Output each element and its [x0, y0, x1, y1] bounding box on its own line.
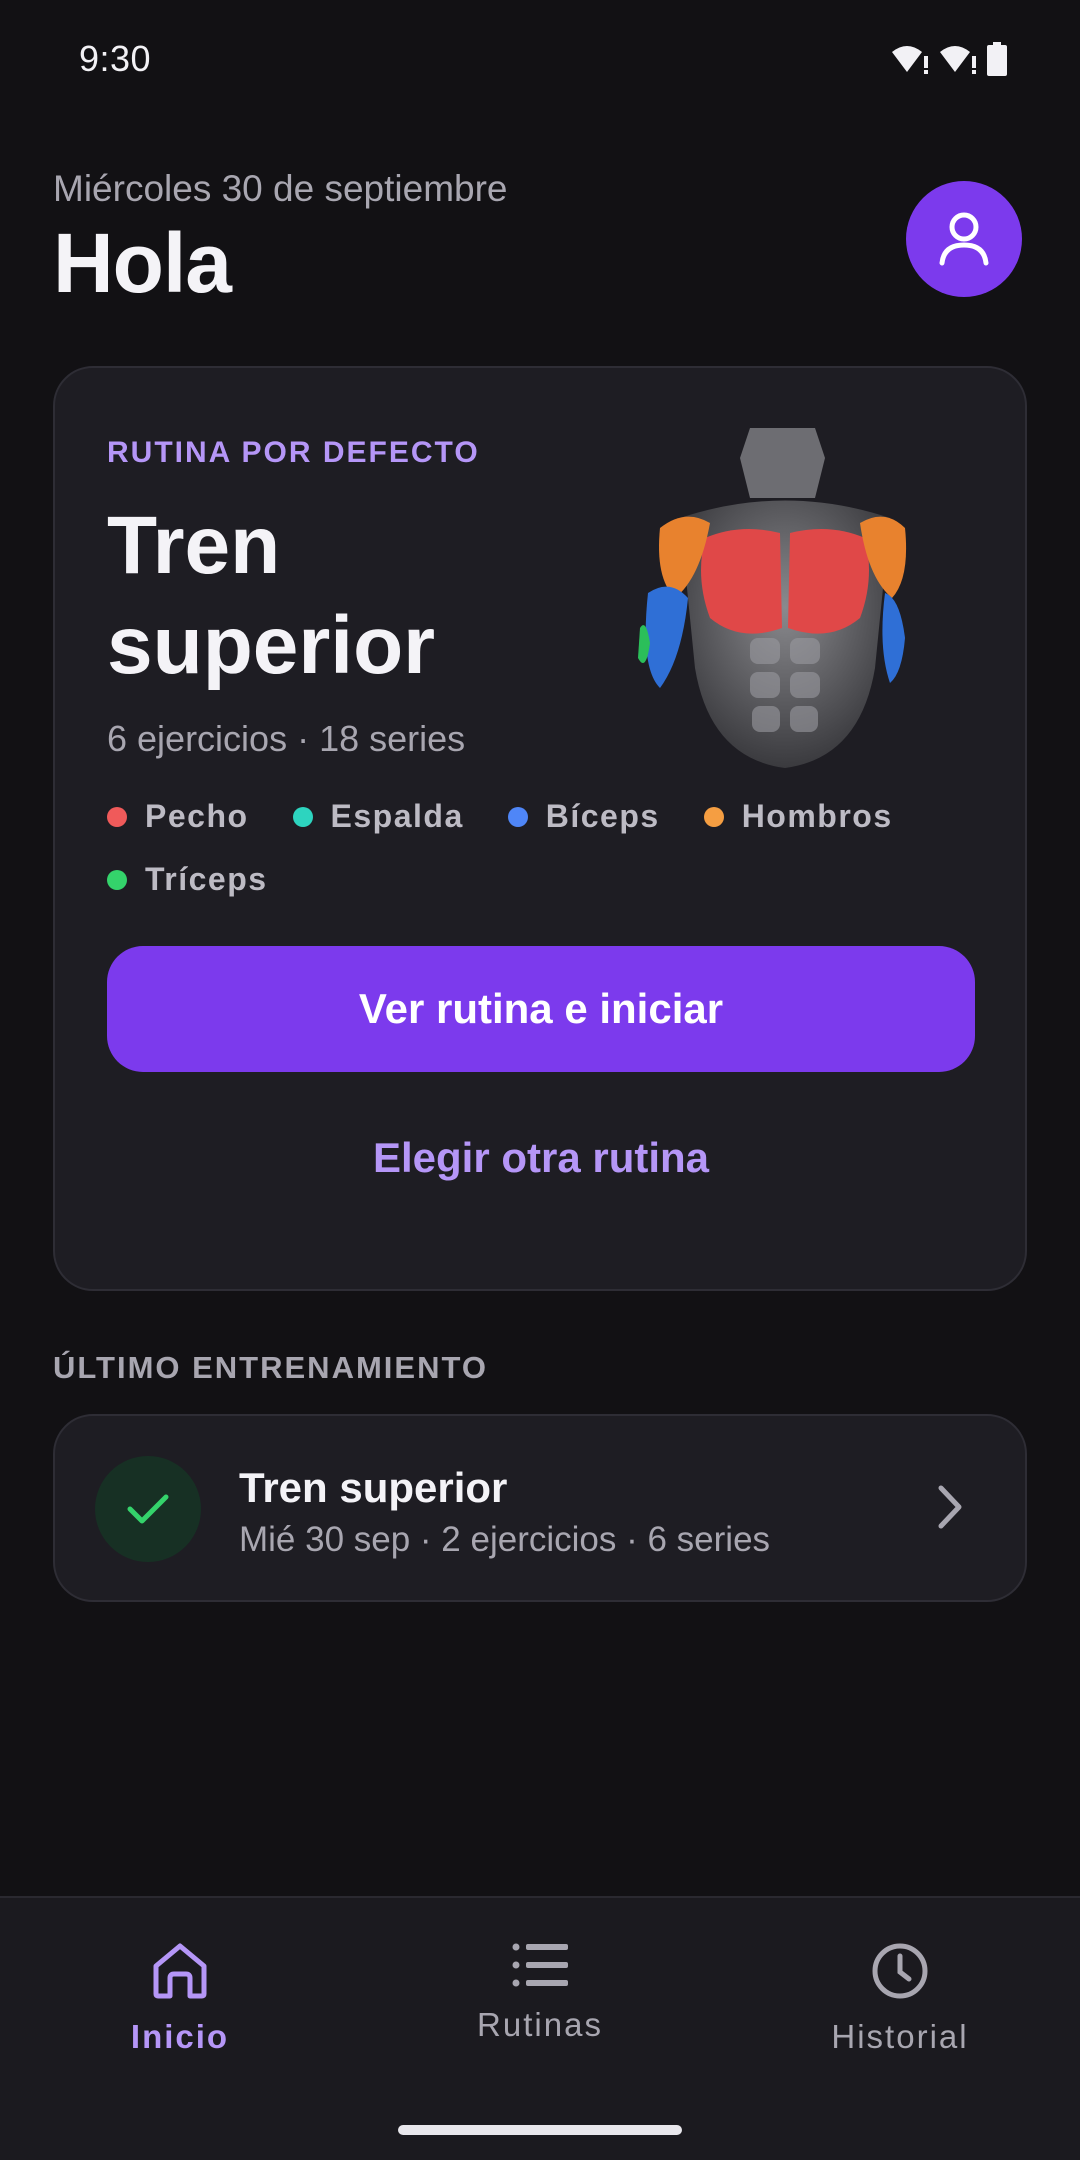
- last-workout-card[interactable]: Tren superior Mié 30 sep · 2 ejercicios …: [53, 1414, 1027, 1602]
- routine-meta: 6 ejercicios · 18 series: [107, 718, 466, 759]
- user-icon: [939, 212, 989, 266]
- muscle-tag-hombros: Hombros: [703, 798, 893, 835]
- nav-label: Rutinas: [477, 2006, 603, 2043]
- home-icon: [153, 1943, 207, 1999]
- routine-title: Tren superior: [107, 496, 587, 696]
- battery-icon: [987, 42, 1007, 76]
- tag-label: Espalda: [330, 798, 464, 834]
- clock-icon: [872, 1943, 928, 1999]
- routine-title-line2: superior: [107, 600, 436, 691]
- tag-dot: [107, 869, 127, 890]
- last-workout-meta: Mié 30 sep · 2 ejercicios · 6 series: [239, 1520, 771, 1559]
- profile-button[interactable]: [906, 181, 1022, 297]
- nav-item-historial[interactable]: Historial: [750, 1942, 1050, 2056]
- upper-body-muscle-illustration: [638, 428, 907, 768]
- tag-dot: [507, 806, 528, 827]
- muscle-tag-pecho: Pecho: [107, 798, 249, 835]
- check-icon: [127, 1494, 169, 1524]
- tag-dot: [107, 806, 127, 827]
- tag-dot: [292, 806, 313, 827]
- list-icon: [512, 1943, 568, 1987]
- bottom-navigation: Inicio Rutinas Historial: [0, 1896, 1080, 2160]
- routine-title-line1: Tren: [107, 500, 281, 591]
- nav-label: Inicio: [130, 2018, 230, 2055]
- muscle-tag-triceps: Tríceps: [107, 861, 268, 898]
- default-routine-card: RUTINA POR DEFECTO Tren superior 6 ejerc…: [53, 366, 1027, 1291]
- wifi-alert-icon: [892, 46, 928, 74]
- status-icons: [890, 42, 1008, 76]
- chevron-right-icon: [938, 1485, 962, 1529]
- status-time: 9:30: [79, 38, 152, 79]
- home-indicator[interactable]: [398, 2125, 682, 2135]
- routine-eyebrow: RUTINA POR DEFECTO: [107, 436, 480, 469]
- tag-dot: [703, 806, 724, 827]
- signal-alert-icon: [940, 46, 976, 74]
- muscle-tags: Pecho Espalda Bíceps Hombros Tríceps: [107, 798, 987, 898]
- tag-label: Bíceps: [545, 798, 660, 834]
- nav-label: Historial: [831, 2018, 969, 2055]
- view-and-start-routine-button[interactable]: Ver rutina e iniciar: [107, 946, 975, 1072]
- tag-label: Tríceps: [145, 861, 268, 897]
- last-workout-section-label: ÚLTIMO ENTRENAMIENTO: [53, 1350, 488, 1385]
- nav-item-rutinas[interactable]: Rutinas: [390, 1942, 690, 2044]
- greeting-title: Hola: [53, 216, 232, 310]
- muscle-tag-espalda: Espalda: [292, 798, 464, 835]
- date-label: Miércoles 30 de septiembre: [53, 168, 508, 209]
- completed-badge: [95, 1456, 201, 1562]
- nav-item-inicio[interactable]: Inicio: [30, 1942, 330, 2056]
- tag-label: Pecho: [145, 798, 249, 834]
- muscle-tag-biceps: Bíceps: [507, 798, 660, 835]
- tag-label: Hombros: [741, 798, 893, 834]
- choose-other-routine-button[interactable]: Elegir otra rutina: [107, 1108, 975, 1208]
- status-bar: 9:30: [0, 0, 1080, 120]
- last-workout-title: Tren superior: [239, 1464, 508, 1511]
